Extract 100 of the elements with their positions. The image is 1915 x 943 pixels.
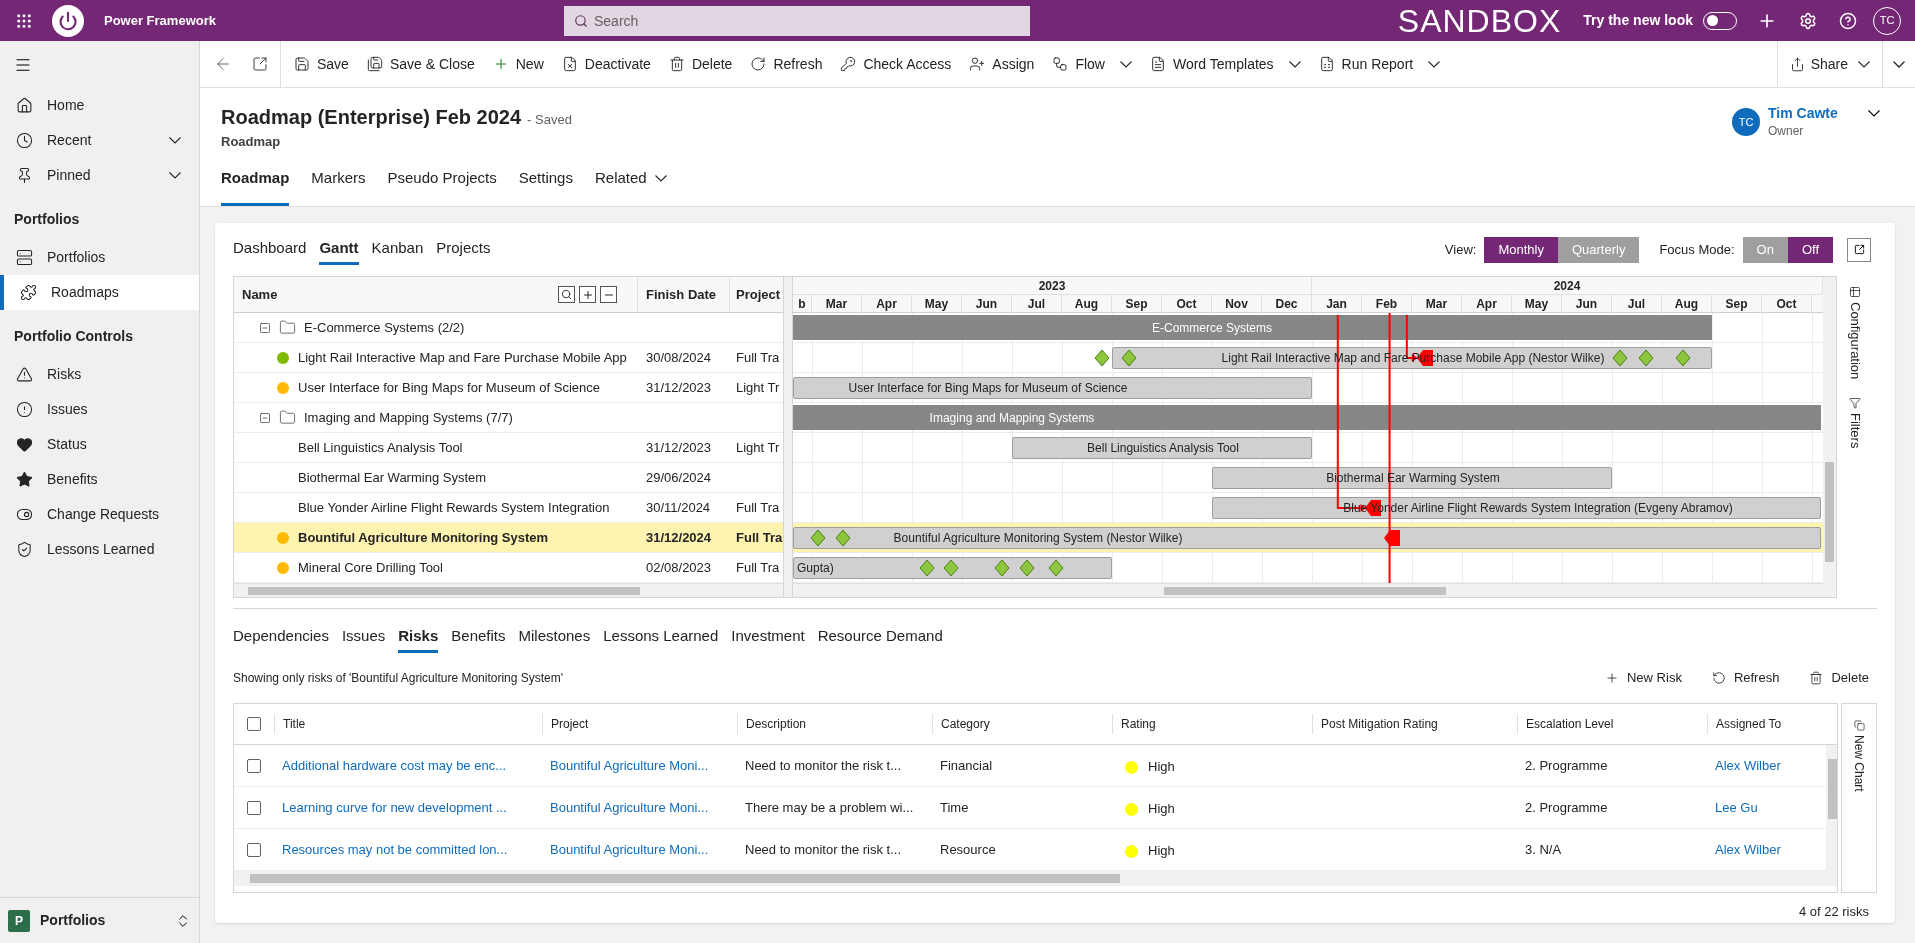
detail-tab[interactable]: Issues [341, 624, 386, 653]
table-link[interactable]: Additional hardware cost may be enc... [282, 757, 506, 773]
column-header[interactable]: Assigned To [1707, 714, 1826, 734]
segment-option[interactable]: Off [1787, 236, 1833, 263]
collapse-icon[interactable] [259, 321, 271, 334]
command-button[interactable]: Flow [1043, 40, 1141, 88]
sidebar-item[interactable]: Home [0, 88, 199, 123]
table-link[interactable]: Alex Wilber [1715, 757, 1781, 773]
record-tab[interactable]: Markers [311, 160, 366, 206]
gantt-row[interactable]: Light Rail Interactive Map and Fare Purchase Mobile App 30/08/2024 Full Tra [234, 343, 783, 373]
side-panel-button[interactable]: Configuration [1845, 286, 1865, 380]
owner-name[interactable]: Tim Cawte [1768, 104, 1860, 122]
column-header[interactable]: Title [274, 714, 542, 734]
view-tab[interactable]: Dashboard [233, 234, 307, 265]
sidebar-item[interactable]: Benefits [0, 462, 199, 497]
gantt-row[interactable]: Bountiful Agriculture Monitoring System 31/12/2024 Full Tra [234, 523, 783, 553]
milestone-marker[interactable] [1018, 559, 1035, 577]
gantt-row[interactable]: Imaging and Mapping Systems (7/7) [234, 403, 783, 433]
side-panel-button[interactable]: Filters [1845, 397, 1865, 449]
horizontal-scrollbar[interactable] [234, 583, 783, 597]
column-header[interactable]: Finish Date [638, 277, 730, 312]
help-icon[interactable] [1839, 11, 1857, 30]
detail-tab[interactable]: Benefits [451, 624, 506, 653]
gantt-row[interactable]: Bell Linguistics Analysis Tool 31/12/2023 Light Tr [234, 433, 783, 463]
milestone-marker[interactable] [994, 559, 1010, 577]
detail-tab[interactable]: Investment [731, 624, 805, 653]
horizontal-scrollbar[interactable] [234, 871, 1837, 886]
table-link[interactable]: Bountiful Agriculture Moni... [550, 841, 709, 857]
command-button[interactable]: Deactivate [552, 40, 660, 88]
table-link[interactable]: Bountiful Agriculture Moni... [550, 757, 709, 773]
sidebar-item[interactable]: Pinned [0, 158, 199, 193]
grid-action-button[interactable]: Refresh [1711, 668, 1780, 688]
detail-tab[interactable]: Risks [398, 624, 439, 653]
popout-icon[interactable] [252, 56, 268, 72]
project-bar[interactable]: Gupta) [793, 557, 1112, 579]
settings-icon[interactable] [1799, 11, 1817, 30]
deadline-marker[interactable] [1384, 529, 1401, 547]
select-all-checkbox[interactable] [247, 717, 261, 731]
collapse-all-icon[interactable] [600, 286, 617, 303]
record-tab[interactable]: Related [594, 160, 667, 206]
view-tab[interactable]: Projects [436, 234, 491, 265]
column-header[interactable]: Escalation Level [1517, 714, 1707, 734]
group-bar[interactable]: Imaging and Mapping Systems [793, 405, 1821, 430]
record-tab[interactable]: Pseudo Projects [387, 160, 497, 206]
table-link[interactable]: Bountiful Agriculture Moni... [550, 799, 709, 815]
command-button[interactable]: Refresh [741, 40, 832, 88]
milestone-marker[interactable] [810, 529, 827, 547]
view-tab[interactable]: Gantt [319, 234, 359, 265]
row-checkbox[interactable] [247, 842, 261, 857]
column-header[interactable]: Description [737, 714, 932, 734]
app-launcher-icon[interactable] [15, 11, 33, 30]
command-button[interactable]: New [483, 40, 553, 88]
view-tab[interactable]: Kanban [371, 234, 424, 265]
milestone-marker[interactable] [918, 559, 935, 577]
horizontal-scrollbar[interactable] [793, 583, 1823, 597]
gantt-row[interactable]: User Interface for Bing Maps for Museum of Science 31/12/2023 Light Tr [234, 373, 783, 403]
column-header[interactable]: Name [242, 284, 558, 305]
sidebar-item[interactable]: Risks [0, 357, 199, 392]
detail-tab[interactable]: Milestones [518, 624, 591, 653]
sidebar-item[interactable]: Portfolios [0, 240, 199, 275]
popout-icon[interactable] [1847, 237, 1871, 262]
grid-action-button[interactable]: New Risk [1605, 668, 1682, 688]
sidebar-item[interactable]: Status [0, 427, 199, 462]
search-field[interactable]: Search [564, 5, 1030, 36]
command-button[interactable]: Assign [960, 40, 1044, 88]
overflow-icon[interactable] [1893, 60, 1905, 68]
command-button[interactable]: Save & Close [357, 40, 484, 88]
project-bar[interactable]: Bountiful Agriculture Monitoring System (Nestor Wilke) [793, 527, 1821, 549]
sidebar-item[interactable]: Roadmaps [0, 275, 199, 310]
sidebar-item[interactable]: Change Requests [0, 497, 199, 532]
column-header[interactable]: Category [932, 714, 1112, 734]
milestone-marker[interactable] [1612, 349, 1629, 367]
area-switcher[interactable]: P Portfolios [0, 897, 199, 943]
sidebar-item[interactable]: Issues [0, 392, 199, 427]
sidebar-item[interactable]: Recent [0, 123, 199, 158]
group-bar[interactable]: E-Commerce Systems [793, 315, 1712, 340]
milestone-marker[interactable] [1637, 349, 1654, 367]
chevron-icon[interactable] [1868, 110, 1880, 117]
table-link[interactable]: Lee Gu [1715, 799, 1758, 815]
back-icon[interactable] [214, 55, 232, 73]
row-checkbox[interactable] [247, 800, 261, 815]
table-link[interactable]: Resources may not be committed lon... [282, 841, 508, 857]
gantt-row[interactable]: Biothermal Ear Warming System 29/06/2024 [234, 463, 783, 493]
column-header[interactable]: Project [542, 714, 737, 734]
column-header[interactable]: Post Mitigation Rating [1312, 714, 1517, 734]
side-panel-button[interactable]: New Chart [1841, 703, 1877, 893]
table-link[interactable]: Alex Wilber [1715, 841, 1781, 857]
zoom-icon[interactable] [558, 286, 575, 303]
command-button[interactable]: Save [285, 40, 358, 88]
table-link[interactable]: Learning curve for new development ... [282, 799, 507, 815]
expand-all-icon[interactable] [579, 286, 596, 303]
collapse-icon[interactable] [259, 411, 271, 424]
milestone-marker[interactable] [834, 529, 851, 547]
milestone-marker[interactable] [1674, 349, 1691, 367]
column-header[interactable]: Rating [1112, 714, 1312, 734]
row-checkbox[interactable] [247, 758, 261, 773]
grid-action-button[interactable]: Delete [1809, 668, 1869, 688]
command-button[interactable]: Word Templates [1140, 40, 1310, 88]
project-bar[interactable]: Bell Linguistics Analysis Tool [1012, 437, 1312, 459]
milestone-marker[interactable] [1047, 559, 1064, 577]
